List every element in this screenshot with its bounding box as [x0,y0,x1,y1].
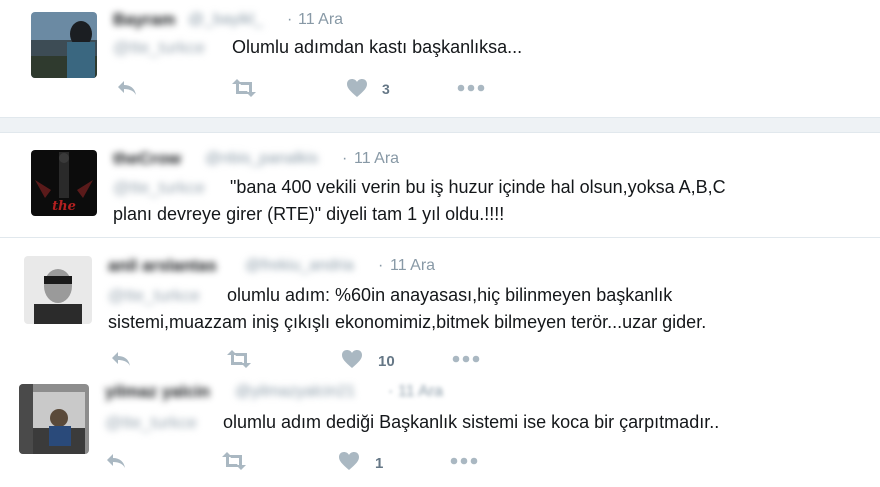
user-handle[interactable]: @_bayikl_ [188,11,263,29]
more-icon[interactable] [457,84,485,92]
reply-icon[interactable] [105,452,127,470]
tweet-text-line: planı devreye girer (RTE)" diyeli tam 1 … [113,204,505,224]
separator-dot: · [388,383,394,400]
tweet-date[interactable]: 11 Ara [354,150,399,168]
tweet-date[interactable]: 11 Ara [398,383,443,401]
tweet-text-line: olumlu adım: %60in anayasası,hiç bilinme… [227,285,673,305]
more-icon[interactable] [452,355,480,363]
avatar[interactable] [24,256,92,324]
mention-link[interactable]: @tte_turkce [108,286,200,306]
tweet-text-line: Olumlu adımdan kastı başkanlıksa... [232,37,523,57]
reply-icon[interactable] [110,350,132,368]
separator-dot: · [378,257,384,274]
user-handle[interactable]: @frekiu_andria [245,257,354,275]
reply-icon[interactable] [116,79,138,97]
tweet-date[interactable]: 11 Ara [298,11,343,29]
heart-icon[interactable] [341,349,363,369]
tweet-3: anil arslantas @frekiu_andria · 11 Ara @… [0,238,880,378]
like-count: 1 [375,455,384,472]
heart-icon[interactable] [338,451,360,471]
user-name[interactable]: anil arslantas [108,256,217,276]
tweet-text-line: sistemi,muazzam iniş çıkışlı ekonomimiz,… [108,312,707,332]
user-name[interactable]: theCrow [113,149,181,169]
section-divider [0,117,880,133]
tweet-1: Bayram @_bayikl_ · 11 Ara @tte_turkce Ol… [0,0,880,117]
user-name[interactable]: Bayram [113,10,175,30]
separator-dot: · [342,150,348,167]
tweet-text-line: olumlu adım dediği Başkanlık sistemi ise… [223,412,720,432]
mention-link[interactable]: @tte_turkce [113,178,205,198]
heart-icon[interactable] [346,78,368,98]
like-count: 10 [378,353,395,370]
more-icon[interactable] [450,457,478,465]
avatar[interactable]: the [31,150,97,216]
avatar[interactable] [31,12,97,78]
avatar[interactable] [19,384,89,454]
svg-text:the: the [52,199,76,214]
retweet-icon[interactable] [219,452,249,470]
user-handle[interactable]: @nbis_panalkis [205,150,318,168]
like-count: 3 [382,81,390,97]
tweet-date[interactable]: 11 Ara [390,257,435,275]
tweet-4: yilmaz yalcin @yilmazyalcin21 · 11 Ara @… [0,372,880,487]
retweet-icon[interactable] [224,350,254,368]
tweet-text-line: "bana 400 vekili verin bu iş huzur içind… [230,177,726,197]
tweet-2: the theCrow @nbis_panalkis · 11 Ara @tte… [0,133,880,239]
mention-link[interactable]: @tte_turkce [113,38,205,58]
user-handle[interactable]: @yilmazyalcin21 [235,383,355,401]
mention-link[interactable]: @tte_turkce [105,413,197,433]
separator-dot: · [287,11,293,28]
user-name[interactable]: yilmaz yalcin [105,382,210,402]
retweet-icon[interactable] [229,79,259,97]
